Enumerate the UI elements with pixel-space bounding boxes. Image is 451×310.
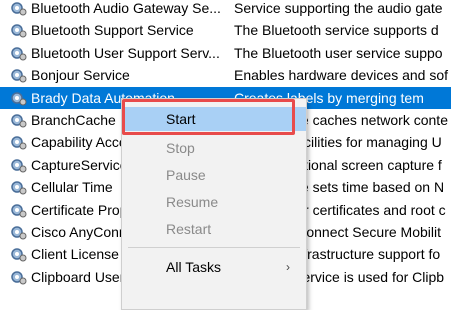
service-name: Bluetooth Audio Gateway Se... <box>31 0 221 16</box>
menu-item-stop[interactable]: Stop <box>122 136 306 160</box>
gear-icon <box>11 136 27 150</box>
gear-icon <box>11 114 27 128</box>
service-row[interactable]: Bluetooth User Support Serv... The Bluet… <box>0 42 451 64</box>
chevron-right-icon: › <box>286 260 290 274</box>
service-description: Service supporting the audio gate <box>234 0 443 16</box>
gear-icon <box>11 2 27 16</box>
highlight-outline <box>122 99 295 135</box>
gear-icon <box>11 91 27 106</box>
menu-item-label: Resume <box>166 194 219 210</box>
menu-item-all-tasks[interactable]: All Tasks › <box>122 255 306 279</box>
service-name: Bonjour Service <box>31 67 130 84</box>
menu-item-pause[interactable]: Pause <box>122 163 306 187</box>
menu-item-label: Pause <box>166 167 206 183</box>
gear-icon <box>11 158 27 173</box>
gear-icon <box>11 47 27 61</box>
menu-item-label: Restart <box>166 221 212 237</box>
gear-icon <box>11 24 27 38</box>
menu-separator <box>128 247 300 248</box>
gear-icon <box>11 203 27 218</box>
menu-item-restart[interactable]: Restart <box>122 217 306 241</box>
service-row[interactable]: Bluetooth Support Service The Bluetooth … <box>0 19 451 41</box>
menu-item-label: Stop <box>166 140 195 156</box>
service-description: The Bluetooth user service suppo <box>234 44 443 61</box>
service-description: The Bluetooth service supports d <box>234 22 439 39</box>
service-row[interactable]: Bonjour Service Enables hardware devices… <box>0 64 451 86</box>
service-description: Enables hardware devices and sof <box>234 67 449 84</box>
service-row[interactable]: Bluetooth Audio Gateway Se... Service su… <box>0 0 451 19</box>
service-name: Bluetooth User Support Serv... <box>31 44 220 61</box>
gear-icon <box>11 69 27 83</box>
menu-item-resume[interactable]: Resume <box>122 190 306 214</box>
gear-icon <box>11 226 27 240</box>
gear-icon <box>11 248 27 262</box>
gear-icon <box>11 181 27 195</box>
service-name: Bluetooth Support Service <box>31 22 194 39</box>
menu-item-label: All Tasks <box>166 259 221 275</box>
gear-icon <box>11 270 27 285</box>
